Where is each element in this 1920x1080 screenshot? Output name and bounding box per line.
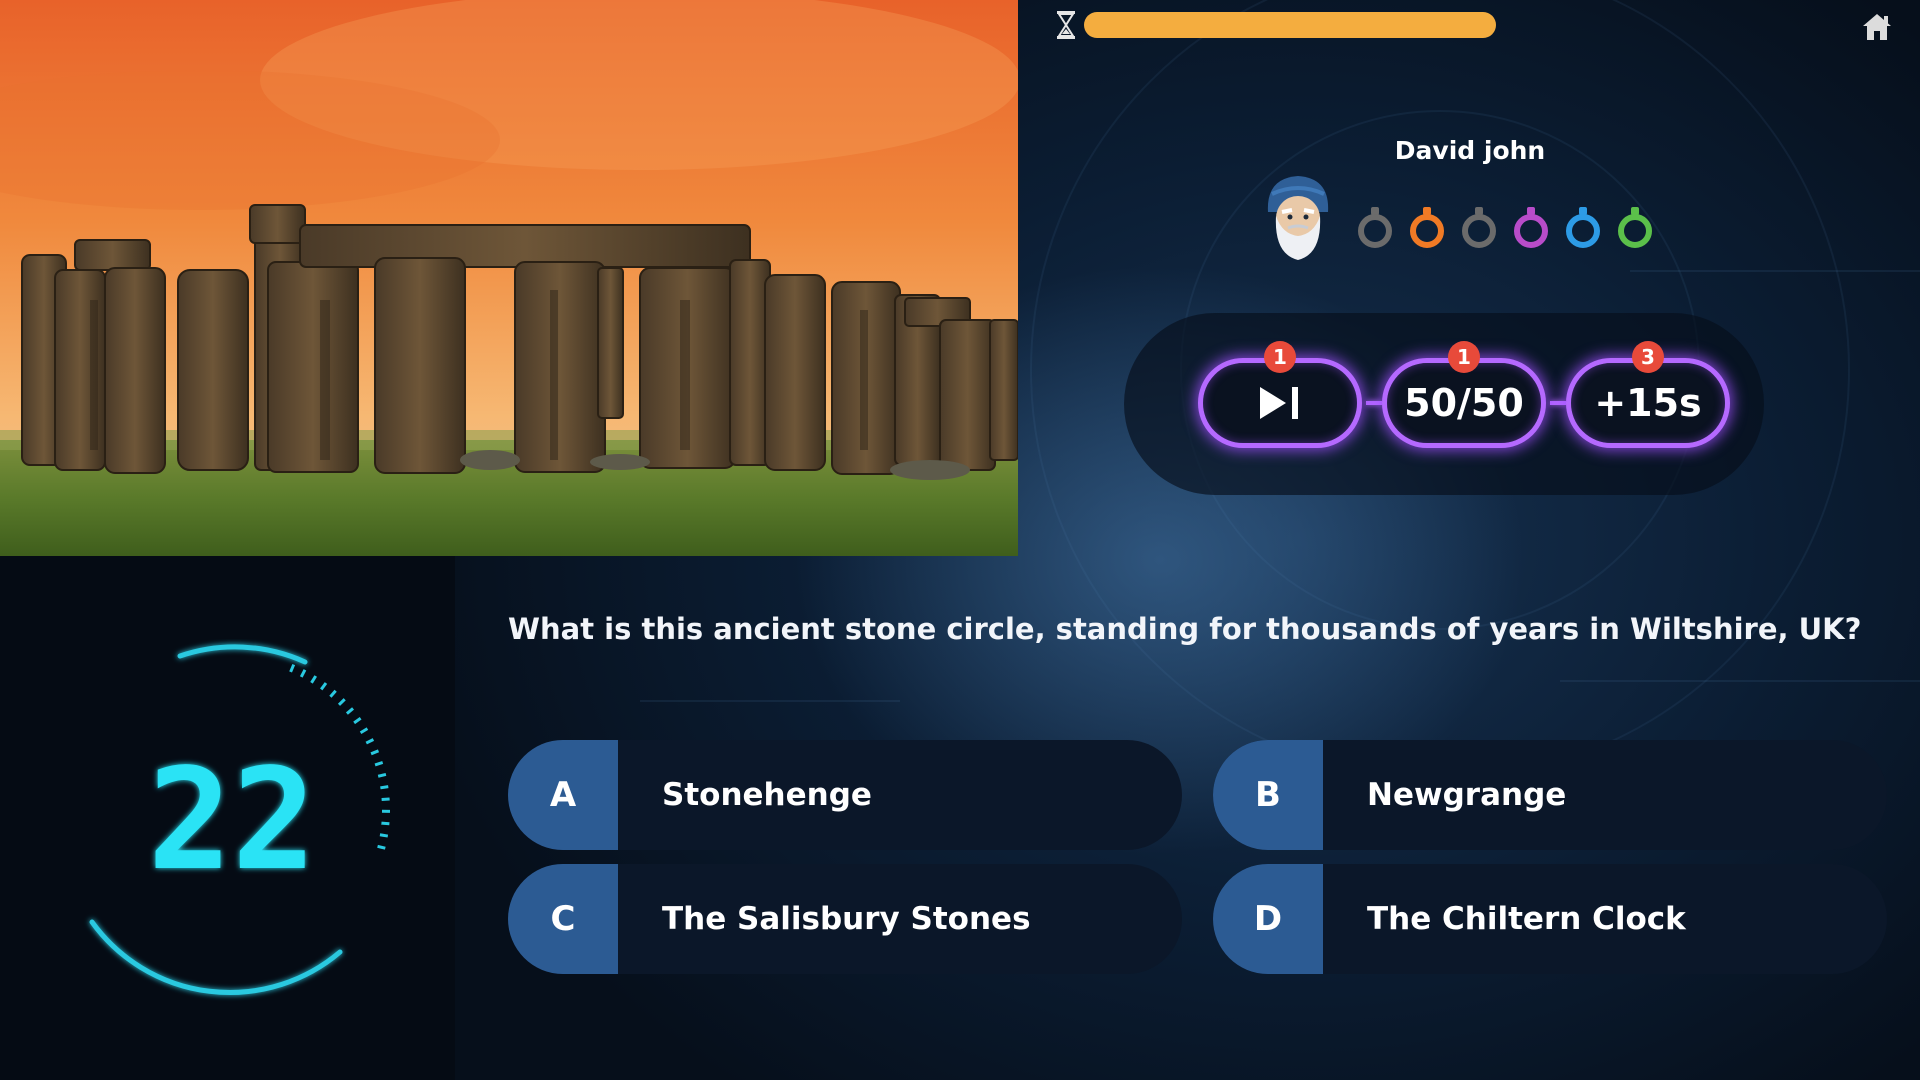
countdown-tick <box>381 809 391 813</box>
answer-text: Newgrange <box>1367 777 1567 813</box>
countdown-tick <box>381 797 390 802</box>
lifeline-count-badge: 1 <box>1448 341 1480 373</box>
answer-letter: C <box>508 864 618 974</box>
question-timer-fill <box>1084 12 1496 38</box>
player-name: David john <box>1394 136 1546 165</box>
hourglass-icon <box>1057 11 1075 39</box>
countdown-tick <box>289 663 296 673</box>
countdown-tick <box>377 772 387 778</box>
countdown-tick <box>377 844 386 850</box>
lifeline-count-badge: 3 <box>1632 341 1664 373</box>
lifeline-skip-button[interactable]: 1 <box>1198 341 1362 448</box>
question-timer-bar <box>1084 12 1496 38</box>
countdown-tick <box>337 698 346 706</box>
player-token-icon <box>1618 207 1652 248</box>
countdown-tick <box>329 689 337 698</box>
countdown-arc-top <box>177 644 308 665</box>
countdown-tick <box>299 669 307 678</box>
lifeline-connector <box>1366 401 1382 405</box>
player-token-icon <box>1514 207 1548 248</box>
lifeline-fifty-fifty-button[interactable]: 50/50 1 <box>1382 341 1546 448</box>
lifeline-label: 50/50 <box>1404 381 1524 425</box>
lifeline-count-badge: 1 <box>1264 341 1296 373</box>
countdown-tick <box>345 707 354 715</box>
answer-option-d[interactable]: D The Chiltern Clock <box>1213 864 1887 974</box>
wizard-avatar <box>1267 176 1329 260</box>
player-token-icon <box>1566 207 1600 248</box>
answer-text: Stonehenge <box>662 777 872 813</box>
answer-letter: D <box>1213 864 1323 974</box>
countdown-tick <box>359 727 369 735</box>
countdown-timer: 22 <box>89 644 391 996</box>
lifeline-connector <box>1550 401 1566 405</box>
home-icon <box>1863 14 1891 40</box>
countdown-tick <box>370 749 380 756</box>
skip-icon <box>1260 387 1298 419</box>
player-token-icon <box>1358 207 1392 248</box>
answer-text: The Salisbury Stones <box>662 901 1031 937</box>
countdown-tick <box>381 821 390 826</box>
decorative-line <box>640 700 900 702</box>
answer-option-b[interactable]: B Newgrange <box>1213 740 1887 850</box>
countdown-tick <box>374 761 384 767</box>
question-text: What is this ancient stone circle, stand… <box>508 612 1862 646</box>
countdown-tick <box>310 675 317 684</box>
countdown-seconds: 22 <box>148 739 317 902</box>
lifeline-extra-time-button[interactable]: +15s 3 <box>1566 341 1730 448</box>
answer-option-a[interactable]: A Stonehenge <box>508 740 1182 850</box>
countdown-tick <box>320 682 328 691</box>
player-tokens <box>1352 205 1658 251</box>
lifeline-label: +15s <box>1594 381 1702 425</box>
countdown-arc-bottom <box>89 919 343 996</box>
question-image <box>0 0 1018 556</box>
player-token-icon <box>1462 207 1496 248</box>
decorative-line <box>1560 680 1920 682</box>
answer-option-c[interactable]: C The Salisbury Stones <box>508 864 1182 974</box>
countdown-tick <box>380 785 389 790</box>
answer-letter: A <box>508 740 618 850</box>
home-button[interactable] <box>1860 10 1894 44</box>
answer-text: The Chiltern Clock <box>1367 901 1686 937</box>
countdown-tick <box>365 738 375 745</box>
decorative-line <box>1630 270 1920 272</box>
player-token-icon <box>1410 207 1444 248</box>
answer-letter: B <box>1213 740 1323 850</box>
countdown-tick <box>353 717 362 725</box>
countdown-tick <box>379 833 389 838</box>
